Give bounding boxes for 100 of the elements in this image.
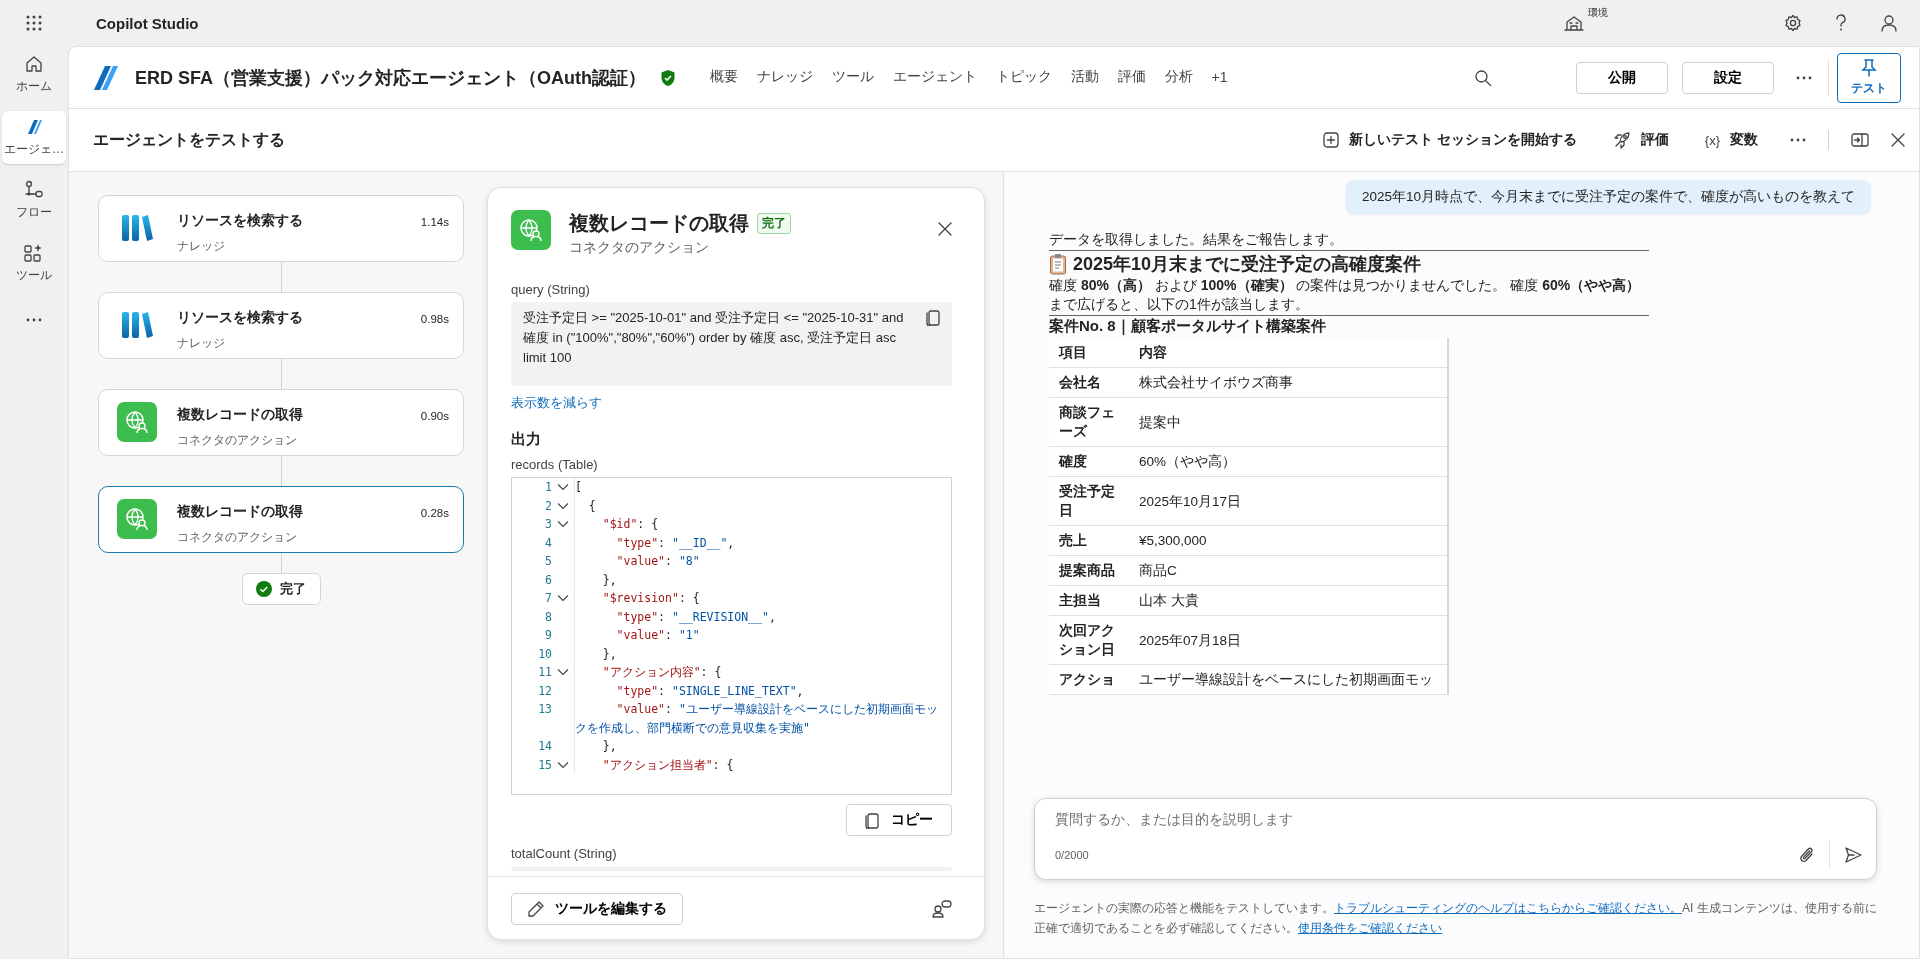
environment-label: 環境 bbox=[1588, 6, 1608, 20]
books-icon bbox=[120, 213, 154, 243]
app-launcher-icon[interactable] bbox=[26, 15, 42, 31]
line-number: 7 bbox=[544, 590, 552, 607]
settings-icon[interactable] bbox=[1784, 14, 1802, 32]
help-icon[interactable] bbox=[1834, 14, 1848, 32]
disclaimer-text: エージェントの実際の応答と機能をテストしています。トラブルシューティングのヘルプはこちらからご確認ください。AI 生成コンテンツは、使用する前に正確で適切であることを必ず確認してください。使用条件をご確認ください bbox=[1033, 900, 1878, 937]
table-cell: 確度 bbox=[1049, 446, 1129, 477]
flow-step-card[interactable]: リソースを検索する ナレッジ 1.14s bbox=[98, 195, 464, 262]
code-line: "$id": { bbox=[574, 515, 951, 534]
step-type: ナレッジ bbox=[177, 335, 226, 352]
chevron-down-icon[interactable] bbox=[557, 594, 569, 603]
table-cell: 山本 大貴 bbox=[1129, 585, 1448, 616]
flow-step-card[interactable]: 複数レコードの取得 コネクタのアクション 0.90s bbox=[98, 389, 464, 456]
app-name: Copilot Studio bbox=[96, 14, 199, 32]
code-line: [ bbox=[574, 478, 951, 497]
toolbar-button[interactable]: 新しいテスト セッションを開始する bbox=[1312, 125, 1587, 155]
chevron-down-icon[interactable] bbox=[557, 668, 569, 677]
show-less-link[interactable]: 表示数を減らす bbox=[511, 394, 602, 412]
more-icon[interactable] bbox=[1790, 138, 1806, 142]
terms-link[interactable]: 使用条件をご確認ください bbox=[1298, 921, 1442, 935]
line-number: 1 bbox=[544, 479, 552, 496]
home-icon bbox=[24, 54, 44, 74]
line-number: 15 bbox=[537, 756, 552, 774]
table-cell: アクショ bbox=[1049, 664, 1129, 695]
table-cell: 提案中 bbox=[1129, 397, 1448, 447]
search-icon[interactable] bbox=[1474, 68, 1492, 87]
more-icon[interactable] bbox=[26, 318, 42, 322]
people-chat-icon[interactable] bbox=[932, 900, 952, 918]
panel-icon[interactable] bbox=[1851, 132, 1869, 148]
field-label: records (Table) bbox=[511, 457, 599, 472]
flow-step-card[interactable]: リソースを検索する ナレッジ 0.98s bbox=[98, 292, 464, 359]
more-icon[interactable] bbox=[1796, 75, 1812, 80]
paperclip-icon[interactable] bbox=[1799, 846, 1815, 864]
copy-button[interactable]: コピー bbox=[846, 804, 952, 836]
nav-rail-item[interactable]: フロー bbox=[2, 174, 66, 227]
clipboard-icon bbox=[1049, 253, 1067, 275]
nav-tab[interactable]: 概要 bbox=[700, 59, 747, 96]
code-line: "$revision": { bbox=[574, 589, 951, 608]
nav-tab[interactable]: 評価 bbox=[1108, 59, 1155, 96]
nav-tab[interactable]: ツール bbox=[822, 59, 883, 96]
copy-icon bbox=[865, 811, 879, 829]
chevron-down-icon[interactable] bbox=[557, 501, 569, 510]
table-cell: 2025年10月17日 bbox=[1129, 476, 1448, 526]
step-duration: 0.90s bbox=[420, 410, 449, 422]
send-icon[interactable] bbox=[1844, 846, 1862, 864]
chevron-down-icon[interactable] bbox=[557, 520, 569, 529]
header-button[interactable]: 設定 bbox=[1682, 61, 1774, 94]
panel-title: 複数レコードの取得 bbox=[569, 211, 749, 236]
line-number: 14 bbox=[537, 738, 552, 755]
header-button[interactable]: 公開 bbox=[1576, 61, 1668, 94]
nav-tab[interactable]: エージェント bbox=[883, 59, 986, 96]
nav-tab[interactable]: 活動 bbox=[1061, 59, 1108, 96]
step-type: コネクタのアクション bbox=[177, 432, 298, 449]
line-number: 13 bbox=[537, 701, 552, 718]
toolbar-button[interactable]: {x} 変数 bbox=[1694, 125, 1768, 155]
edit-tool-button[interactable]: ツールを編集する bbox=[511, 893, 683, 925]
column-header: 内容 bbox=[1129, 338, 1448, 368]
toolbar-button[interactable]: 評価 bbox=[1602, 125, 1679, 155]
copy-icon[interactable] bbox=[926, 308, 940, 326]
nav-tab[interactable]: トピック bbox=[986, 59, 1061, 96]
step-title: 複数レコードの取得 bbox=[177, 406, 304, 424]
test-button[interactable]: テスト bbox=[1837, 52, 1901, 103]
line-number: 4 bbox=[544, 534, 552, 552]
flow-icon bbox=[23, 180, 45, 200]
pin-icon bbox=[1861, 58, 1877, 77]
user-message-bubble: 2025年10月時点で、今月末までに受注予定の案件で、確度が高いものを教えて bbox=[1345, 180, 1871, 214]
table-cell: 商品C bbox=[1129, 555, 1448, 586]
close-icon[interactable] bbox=[938, 222, 952, 236]
check-circle-icon bbox=[255, 581, 272, 597]
message-input[interactable]: 質問するか、または目的を説明します bbox=[1055, 811, 1862, 827]
globe-person-icon bbox=[511, 210, 551, 250]
flow-step-card[interactable]: 複数レコードの取得 コネクタのアクション 0.28s bbox=[98, 486, 464, 553]
step-duration: 1.14s bbox=[420, 216, 449, 228]
panel-subtitle: コネクタのアクション bbox=[569, 239, 710, 257]
help-link[interactable]: トラブルシューティングのヘルプはこちらからご確認ください。 bbox=[1334, 901, 1682, 915]
section-heading: 出力 bbox=[511, 430, 542, 449]
chevron-down-icon[interactable] bbox=[557, 760, 569, 769]
close-icon[interactable] bbox=[1891, 133, 1905, 147]
character-counter: 0/2000 bbox=[1055, 849, 1090, 861]
step-title: リソースを検索する bbox=[177, 212, 304, 230]
nav-tab[interactable]: +1 bbox=[1202, 59, 1237, 96]
chevron-down-icon[interactable] bbox=[557, 483, 569, 492]
table-cell: 次回アクション日 bbox=[1049, 615, 1129, 665]
code-line: "value": "8" bbox=[574, 552, 951, 571]
nav-tab[interactable]: ナレッジ bbox=[747, 59, 822, 96]
variable-icon: {x} bbox=[1704, 132, 1720, 148]
code-line: }, bbox=[574, 644, 951, 663]
pencil-icon bbox=[527, 900, 545, 918]
nav-tab[interactable]: 分析 bbox=[1155, 59, 1202, 96]
table-cell: ¥5,300,000 bbox=[1129, 525, 1448, 556]
table-cell: 2025年07月18日 bbox=[1129, 615, 1448, 665]
nav-rail-item[interactable]: ホーム bbox=[2, 48, 66, 101]
reply-text: 確度 80%（高） および 100%（確実） の案件は見つかりませんでした。 確度 60%（やや高）まで広げると、以下の1件が該当します。 bbox=[1049, 276, 1642, 314]
table-cell: 商談フェーズ bbox=[1049, 397, 1129, 447]
building-icon[interactable] bbox=[1564, 14, 1584, 32]
nav-rail-item[interactable]: ツール bbox=[2, 237, 66, 290]
code-line: }, bbox=[574, 570, 951, 589]
account-icon[interactable] bbox=[1880, 14, 1898, 32]
add-icon bbox=[1322, 132, 1339, 148]
